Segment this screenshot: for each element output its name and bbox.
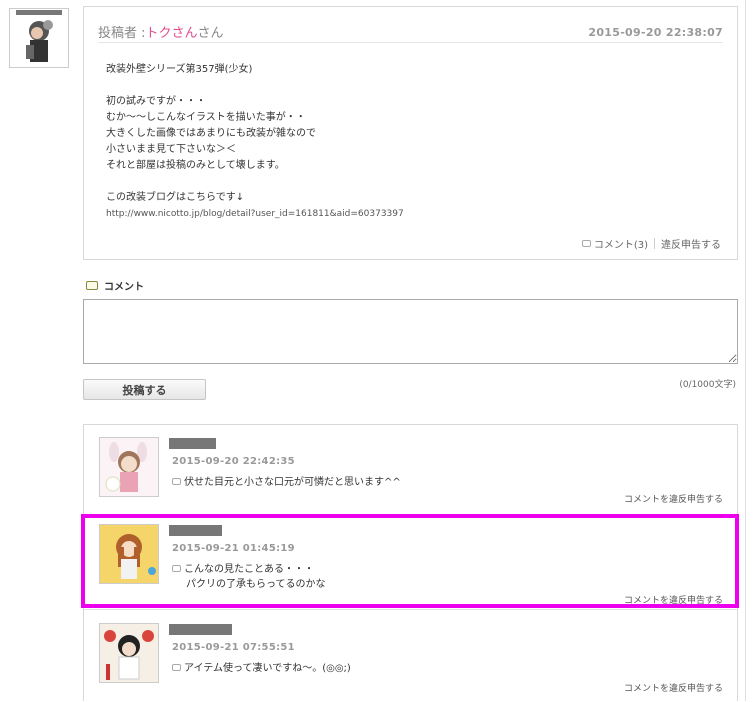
blog-url-link[interactable]: http://www.nicotto.jp/blog/detail?user_i… — [106, 206, 706, 222]
comment-bubble-icon — [172, 664, 181, 671]
highlight-box — [81, 514, 739, 608]
post-line: むか～～しこんなイラストを描いた事が・・ — [106, 112, 306, 123]
post-line: 大きくした画像ではあまりにも改装が雑なので — [106, 128, 316, 139]
poster-name-link[interactable]: トクさん — [146, 26, 198, 41]
post-line — [106, 78, 706, 94]
page-edge-rule — [745, 0, 746, 701]
post-date: 2015-09-20 22:38:07 — [588, 26, 723, 39]
post-line: 小さいまま見て下さいな＞＜ — [106, 144, 236, 155]
commenter-avatar[interactable] — [99, 437, 159, 497]
char-count: (0/1000文字) — [679, 380, 736, 390]
post-line: それと部屋は投稿のみとして壊します。 — [106, 160, 285, 171]
commenter-avatar-image — [100, 438, 158, 496]
commenter-avatar-image — [100, 624, 158, 682]
commenter-name-redacted — [169, 438, 216, 449]
poster-suffix: さん — [197, 26, 224, 41]
poster-avatar-image — [10, 9, 68, 67]
comment-line: アイテム使って凄いですね～。(◎◎;) — [184, 663, 351, 674]
post-body: 改装外壁シリーズ第357弾(少女) 初の試みですが・・・ むか～～しこんなイラス… — [106, 62, 706, 222]
comment-text: 伏せた目元と小さな口元が可憐だと思います^^ — [172, 475, 401, 490]
comment-textarea[interactable] — [83, 299, 738, 364]
commenter-name-redacted — [169, 624, 232, 635]
comment-item: 2015-09-21 07:55:51 アイテム使って凄いですね～。(◎◎;) … — [84, 611, 739, 702]
divider — [654, 238, 655, 249]
comment-label-icon — [86, 281, 98, 290]
comment-bubble-icon — [172, 478, 181, 485]
submit-comment-button[interactable]: 投稿する — [83, 379, 206, 400]
report-comment-link[interactable]: コメントを違反申告する — [624, 681, 723, 694]
report-post-link[interactable]: 違反申告する — [661, 236, 721, 251]
post-header: 投稿者 :トクさんさん 2015-09-20 22:38:07 — [98, 7, 723, 43]
comment-text: アイテム使って凄いですね～。(◎◎;) — [172, 661, 351, 676]
post-line — [106, 174, 706, 190]
poster-prefix: 投稿者 : — [98, 26, 146, 41]
comment-divider — [84, 609, 737, 610]
comment-label-text: コメント — [104, 282, 144, 293]
post-line: 改装外壁シリーズ第357弾(少女) — [106, 64, 253, 75]
comment-date: 2015-09-21 07:55:51 — [172, 642, 295, 653]
post-footer: コメント(3) 違反申告する — [581, 236, 721, 251]
comment-count-link[interactable]: コメント(3) — [594, 236, 648, 251]
comment-bubble-icon — [581, 240, 591, 247]
poster-avatar[interactable] — [9, 8, 69, 68]
commenter-avatar[interactable] — [99, 623, 159, 683]
comment-item: 2015-09-20 22:42:35 伏せた目元と小さな口元が可憐だと思います… — [84, 425, 739, 517]
comment-line: 伏せた目元と小さな口元が可憐だと思います^^ — [184, 477, 401, 488]
comment-form-label: コメント — [86, 278, 144, 293]
comment-date: 2015-09-20 22:42:35 — [172, 456, 295, 467]
post-line: 初の試みですが・・・ — [106, 96, 206, 107]
post-card: 投稿者 :トクさんさん 2015-09-20 22:38:07 改装外壁シリーズ… — [83, 6, 738, 260]
poster-line: 投稿者 :トクさんさん — [98, 22, 224, 41]
post-line: この改装ブログはこちらです↓ — [106, 192, 245, 203]
report-comment-link[interactable]: コメントを違反申告する — [624, 492, 723, 505]
